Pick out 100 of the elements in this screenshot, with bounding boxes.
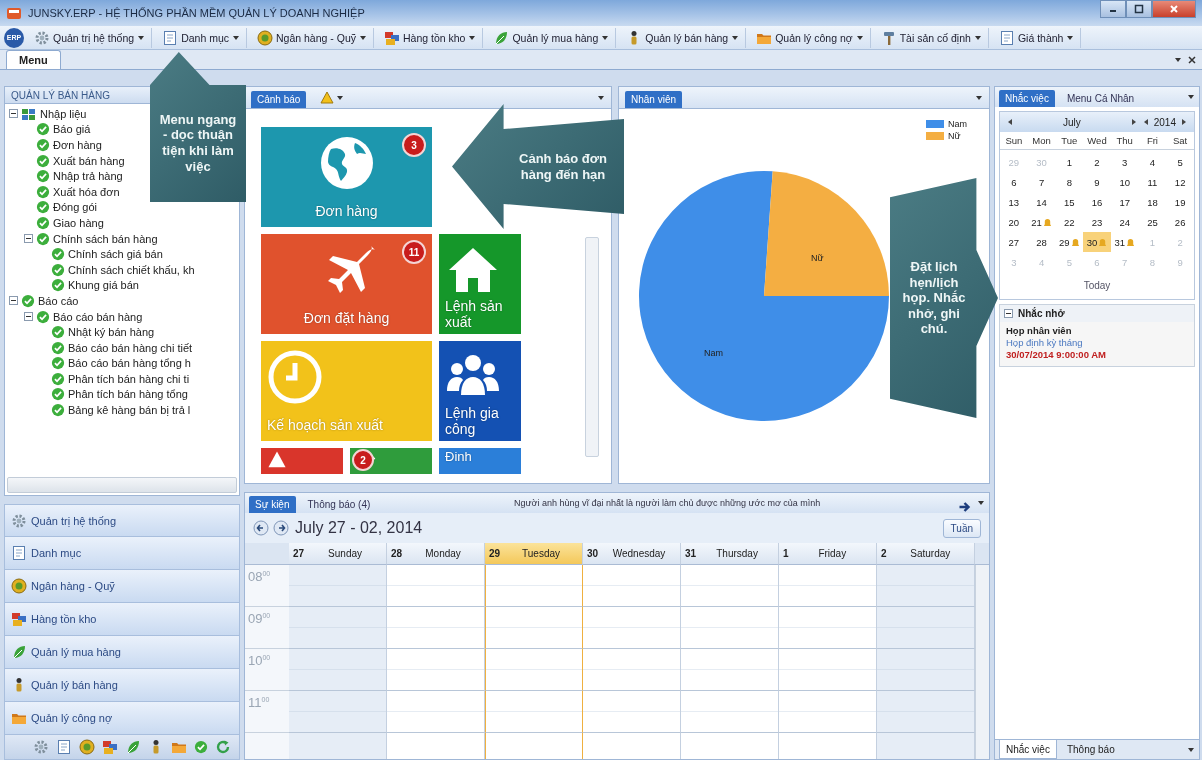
forward-arrow-icon[interactable] [958, 501, 971, 513]
tree-item[interactable]: Đóng gói [53, 201, 98, 214]
time-slot[interactable] [877, 607, 975, 649]
tree-item[interactable]: Xuất bán hàng [53, 154, 125, 167]
calendar-day[interactable]: 17 [1110, 192, 1139, 212]
time-slot[interactable] [681, 691, 779, 733]
tile[interactable]: Đơn hàng 3 [261, 127, 432, 227]
calendar-day[interactable]: 11 [1138, 172, 1167, 192]
time-slot[interactable] [877, 565, 975, 607]
collapse-icon[interactable] [24, 312, 33, 321]
time-slot[interactable] [387, 565, 485, 607]
time-slot[interactable] [485, 607, 583, 649]
time-slot[interactable] [289, 565, 387, 607]
tree-item[interactable]: Nhập liệu [40, 107, 87, 120]
calendar-day[interactable]: 14 [1027, 192, 1056, 212]
time-slot[interactable] [387, 607, 485, 649]
vertical-scrollbar[interactable] [585, 237, 599, 457]
collapse-icon[interactable] [9, 296, 18, 306]
collapse-icon[interactable] [1004, 309, 1013, 318]
time-slot[interactable] [485, 691, 583, 733]
check-icon[interactable] [194, 740, 208, 754]
tab[interactable]: Thông báo (4) [301, 496, 377, 513]
tab[interactable]: Nhân viên [625, 91, 683, 108]
next-button-icon[interactable] [273, 520, 289, 536]
tile[interactable]: Lệnh gia công [439, 341, 521, 441]
time-slot[interactable] [779, 565, 877, 607]
tile[interactable]: Đinh [439, 448, 521, 474]
right-arrow-icon[interactable] [1129, 118, 1138, 126]
previous-button-icon[interactable] [253, 520, 269, 536]
tree-item[interactable]: Bảng kê hàng bán bị trả l [68, 404, 191, 417]
calendar-day[interactable]: 29 [1055, 232, 1084, 252]
time-slot[interactable] [583, 565, 681, 607]
calendar-day[interactable]: 20 [1000, 212, 1028, 232]
caret-icon[interactable] [336, 93, 345, 102]
calendar-day[interactable]: 13 [1000, 192, 1028, 212]
right-arrow-icon[interactable] [1180, 118, 1188, 126]
tree-item[interactable]: Báo cáo bán hàng [53, 310, 143, 323]
caret-icon[interactable] [1174, 55, 1182, 64]
calendar-day[interactable]: 31 [1110, 232, 1139, 252]
tree-item[interactable]: Báo cáo bán hàng chi tiết [68, 341, 193, 354]
today-button[interactable]: Today [1075, 278, 1119, 293]
calendar-day[interactable]: 5 [1166, 152, 1194, 172]
module-button[interactable]: Hàng tồn kho [4, 603, 240, 636]
time-slot[interactable] [877, 649, 975, 691]
menu-item[interactable]: Danh mục [156, 27, 247, 48]
caret-icon[interactable] [597, 93, 605, 102]
time-slot[interactable] [485, 733, 583, 759]
tree-item[interactable]: Chính sách chiết khấu, kh [68, 263, 195, 276]
calendar-day[interactable]: 4 [1138, 152, 1167, 172]
time-slot[interactable] [681, 649, 779, 691]
menu-item[interactable]: Hàng tồn kho [377, 27, 484, 48]
tree-item[interactable]: Phân tích bán hàng tổng [68, 388, 188, 401]
calendar-day[interactable]: 9 [1083, 172, 1111, 192]
calendar-day[interactable]: 12 [1166, 172, 1194, 192]
vertical-scrollbar[interactable] [975, 565, 989, 759]
tab[interactable]: Menu Cá Nhân [1060, 90, 1141, 107]
time-slot[interactable] [387, 649, 485, 691]
collapse-icon[interactable] [24, 234, 33, 244]
calendar-day[interactable]: 1 [1055, 152, 1084, 172]
tree-item[interactable]: Xuất hóa đơn [53, 185, 120, 198]
time-slot[interactable] [387, 691, 485, 733]
tree-item[interactable]: Chính sách giá bán [68, 248, 163, 261]
time-slot[interactable] [877, 691, 975, 733]
refresh-icon[interactable] [215, 739, 231, 755]
minimize-button[interactable] [1100, 0, 1126, 18]
time-slot[interactable] [485, 649, 583, 691]
time-slot[interactable] [289, 691, 387, 733]
module-button[interactable]: Danh mục [4, 537, 240, 570]
tree-item[interactable]: Nhập trả hàng [53, 170, 123, 183]
calendar-day[interactable]: 22 [1055, 212, 1084, 232]
calendar-day[interactable]: 28 [1027, 232, 1056, 252]
tile[interactable]: Lệnh sản xuất [439, 234, 521, 334]
calendar-day[interactable]: 8 [1055, 172, 1084, 192]
menu-item[interactable]: Quản lý công nợ [750, 27, 871, 48]
menu-item[interactable]: Tài sản cố định [874, 27, 989, 48]
calendar-day[interactable]: 26 [1166, 212, 1194, 232]
tab[interactable]: Cảnh báo [251, 91, 307, 108]
day-header[interactable]: 28 Monday [387, 543, 485, 565]
left-arrow-icon[interactable] [1006, 118, 1014, 126]
time-slot[interactable] [681, 607, 779, 649]
calendar-day[interactable]: 23 [1083, 212, 1111, 232]
tile[interactable]: 2 [350, 448, 432, 474]
time-slot[interactable] [583, 607, 681, 649]
calendar-day[interactable]: 19 [1166, 192, 1194, 212]
time-slot[interactable] [779, 691, 877, 733]
horizontal-scrollbar[interactable] [7, 477, 237, 493]
document-icon[interactable] [56, 739, 72, 755]
time-slot[interactable] [289, 733, 387, 759]
module-button[interactable]: Quản trị hệ thống [4, 504, 240, 537]
week-view-button[interactable]: Tuần [942, 518, 981, 538]
time-slot[interactable] [877, 733, 975, 759]
calendar-day[interactable]: 7 [1027, 172, 1056, 192]
tab[interactable]: Sự kiện [249, 496, 296, 513]
day-header[interactable]: 29 Tuesday [485, 543, 583, 565]
calendar-day[interactable]: 27 [1000, 232, 1028, 252]
boxes-icon[interactable] [102, 739, 118, 755]
tree-item[interactable]: Báo cáo [38, 294, 79, 307]
coin-icon[interactable] [79, 739, 95, 755]
tree-item[interactable]: Báo giá [53, 123, 91, 136]
menu-item[interactable]: Quản lý bán hàng [620, 27, 747, 48]
